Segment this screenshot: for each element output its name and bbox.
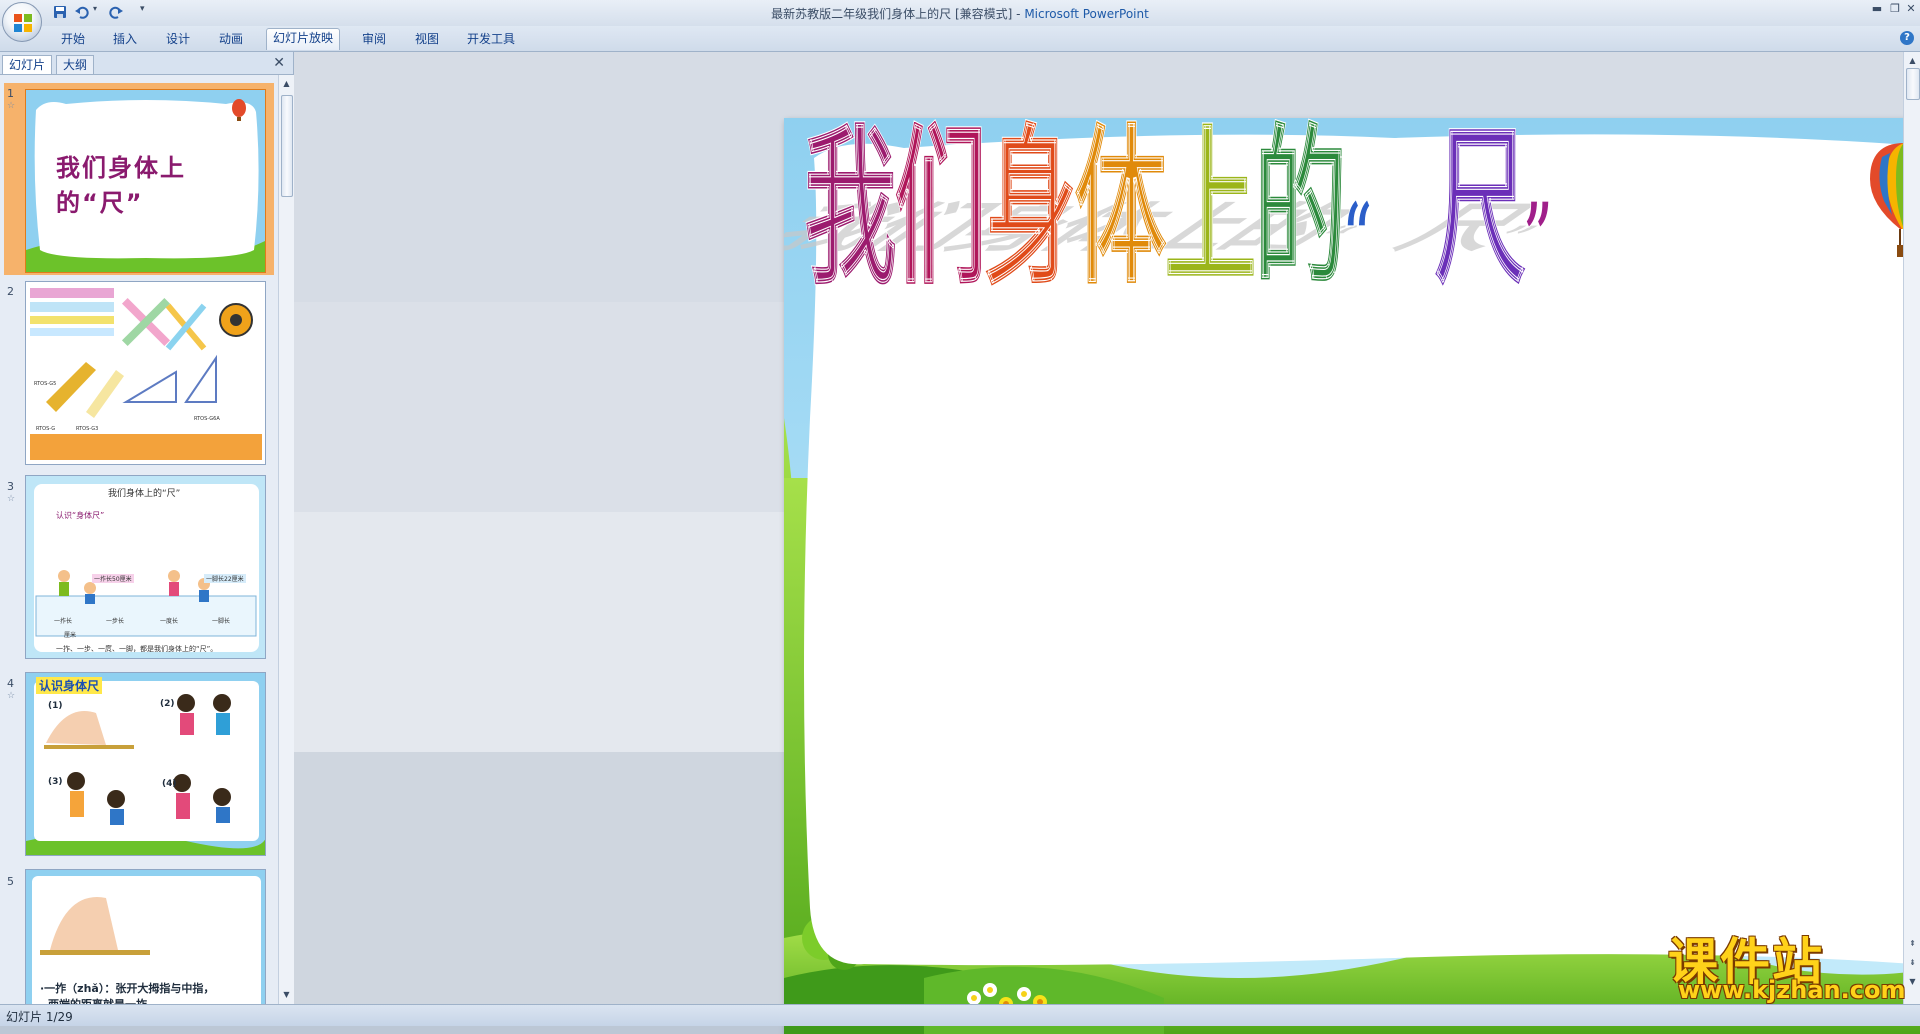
slides-pane: 幻灯片 大纲 ✕ 1 ☆ 我们身体上的“尺” 2 RTOS-G5 RTOS-G6… xyxy=(0,52,294,1004)
title-char: 尺 xyxy=(1434,118,1527,309)
window-title: 最新苏教版二年级我们身体上的尺 [兼容模式] - Microsoft Power… xyxy=(0,5,1920,22)
scroll-down-icon[interactable]: ▼ xyxy=(1907,976,1918,987)
title-char: 们 xyxy=(894,118,987,309)
tab-review[interactable]: 审阅 xyxy=(356,30,392,48)
slides-pane-scrollbar[interactable]: ▲ ▼ xyxy=(278,75,294,1004)
tab-view[interactable]: 视图 xyxy=(409,30,445,48)
slide-4-thumb-item2: (2) xyxy=(160,699,175,709)
title-separator: - xyxy=(1012,7,1025,21)
scroll-up-icon[interactable]: ▲ xyxy=(281,78,292,89)
title-char: 我 xyxy=(804,118,897,309)
title-bar: ▾ ▾ 最新苏教版二年级我们身体上的尺 [兼容模式] - Microsoft P… xyxy=(0,0,1920,42)
title-char: 体 xyxy=(1074,118,1167,309)
pane-tabs: 幻灯片 大纲 ✕ xyxy=(0,52,293,75)
slide-thumbnail-1[interactable]: 我们身体上的“尺” xyxy=(25,89,266,273)
slide-indicator: 幻灯片 1/29 xyxy=(6,1010,73,1024)
title-char: 的 xyxy=(1254,118,1347,309)
slide-3-thumb-col4: 一脚长 xyxy=(212,618,231,625)
help-icon[interactable]: ? xyxy=(1900,31,1914,45)
slide-4-thumb-item3: (3) xyxy=(48,777,63,787)
tab-home[interactable]: 开始 xyxy=(55,30,91,48)
slide-3-thumb-col1: 一拃长 xyxy=(54,618,73,625)
slide-number: 4 xyxy=(7,677,14,690)
thumb-label-rtos-g3: RTOS-G3 xyxy=(76,426,98,432)
title-char: 上 xyxy=(1164,118,1257,309)
slide-2-preview: RTOS-G5 RTOS-G6A RTOS-G3 RTOS-G xyxy=(26,282,265,464)
slide-number: 5 xyxy=(7,875,14,888)
thumb-label-rtos-g6a: RTOS-G6A xyxy=(194,416,220,422)
slide-3-thumb-header: 我们身体上的“尺” xyxy=(108,489,181,499)
slide-3-thumb-footer: 一拃、一步、一庹、一脚，都是我们身体上的“尺”。 xyxy=(56,645,218,653)
slide-5-thumb-text: ·一拃（zhǎ）：张开大拇指与中指， xyxy=(40,982,215,995)
close-window-icon[interactable]: ✕ xyxy=(1900,2,1920,16)
previous-slide-icon[interactable]: ⇞ xyxy=(1907,938,1918,949)
title-char: 身 xyxy=(984,118,1077,309)
tab-developer[interactable]: 开发工具 xyxy=(461,30,521,48)
status-bar: 幻灯片 1/29 xyxy=(0,1004,1920,1026)
slide-number: 1 xyxy=(7,87,14,100)
close-pane-icon[interactable]: ✕ xyxy=(273,55,285,71)
slide-3-thumb-tag2: 一脚长22厘米 xyxy=(204,574,246,583)
slide-thumbnail-5[interactable]: ·一拃（zhǎ）：张开大拇指与中指， 两端的距离就是一拃。 xyxy=(25,869,266,1004)
app-name: Microsoft PowerPoint xyxy=(1024,7,1149,21)
ribbon-tab-bar: 开始 插入 设计 动画 幻灯片放映 审阅 视图 开发工具 xyxy=(0,26,1920,52)
scroll-down-icon[interactable]: ▼ xyxy=(281,989,292,1000)
next-slide-icon[interactable]: ⇟ xyxy=(1907,957,1918,968)
current-slide[interactable]: 我们身体上的 “尺” 我们身体上的 “尺” xyxy=(784,118,1920,1034)
slide-thumbnail-3[interactable]: 我们身体上的“尺” 认识“身体尺” 一拃长50厘米 一脚长22厘米 一拃长 一步… xyxy=(25,475,266,659)
tab-slideshow[interactable]: 幻灯片放映 xyxy=(266,28,341,50)
title-char: “ xyxy=(1344,183,1373,290)
slide-3-thumb-section: 认识“身体尺” xyxy=(56,511,105,520)
tab-design[interactable]: 设计 xyxy=(160,30,196,48)
slide-editing-area: 我们身体上的 “尺” 我们身体上的 “尺” xyxy=(294,52,1920,1034)
office-button[interactable] xyxy=(2,2,42,42)
site-watermark: 课件站 www.kjzhan.com xyxy=(1668,922,1908,1004)
slide-3-thumb-unit: 厘米 xyxy=(64,632,77,639)
scroll-up-icon[interactable]: ▲ xyxy=(1907,55,1918,66)
document-title: 最新苏教版二年级我们身体上的尺 [兼容模式] xyxy=(771,7,1013,21)
slide-4-thumb-heading: 认识身体尺 xyxy=(36,677,103,694)
tab-animations[interactable]: 动画 xyxy=(213,30,249,48)
thumb-label-rtos-g: RTOS-G xyxy=(36,426,55,432)
slide-thumbnail-2[interactable]: RTOS-G5 RTOS-G6A RTOS-G3 RTOS-G xyxy=(25,281,266,465)
tab-insert[interactable]: 插入 xyxy=(107,30,143,48)
animation-star-icon: ☆ xyxy=(7,101,16,111)
slide-3-preview xyxy=(26,476,265,658)
slide-3-thumb-col2: 一步长 xyxy=(106,618,125,625)
tab-slides[interactable]: 幻灯片 xyxy=(2,55,53,74)
slide-4-thumb-item1: (1) xyxy=(48,701,63,711)
title-char: ” xyxy=(1524,183,1553,290)
slide-number: 2 xyxy=(7,285,14,298)
watermark-url: www.kjzhan.com xyxy=(1678,976,1906,1004)
office-logo-icon xyxy=(14,14,32,32)
thumb-label-rtos-g5: RTOS-G5 xyxy=(34,381,56,387)
slide-3-thumb-col3: 一度长 xyxy=(160,618,179,625)
editor-scrollbar[interactable]: ▲ ⇞ ⇟ ▼ xyxy=(1903,52,1920,1004)
scroll-thumb[interactable] xyxy=(281,95,293,197)
slide-4-thumb-item4: (4) xyxy=(162,779,177,789)
slide-thumbnail-4[interactable]: 认识身体尺 (1) (2) (3) (4) xyxy=(25,672,266,856)
slide-number: 3 xyxy=(7,480,14,493)
slide-5-thumb-text2: 两端的距离就是一拃。 xyxy=(48,996,158,1004)
animation-star-icon: ☆ xyxy=(7,494,16,504)
slide-thumbnail-list: 1 ☆ 我们身体上的“尺” 2 RTOS-G5 RTOS-G6A RTOS-G3… xyxy=(0,75,278,1004)
slide-3-thumb-tag1: 一拃长50厘米 xyxy=(92,574,134,583)
slide-title[interactable]: 我们身体上的“ 尺” 我们身体上的“ 尺” xyxy=(784,118,1684,318)
slide-1-thumb-title: 我们身体上的“尺” xyxy=(56,154,186,217)
animation-star-icon: ☆ xyxy=(7,691,16,701)
scroll-thumb[interactable] xyxy=(1906,68,1920,100)
tab-outline[interactable]: 大纲 xyxy=(56,55,95,74)
